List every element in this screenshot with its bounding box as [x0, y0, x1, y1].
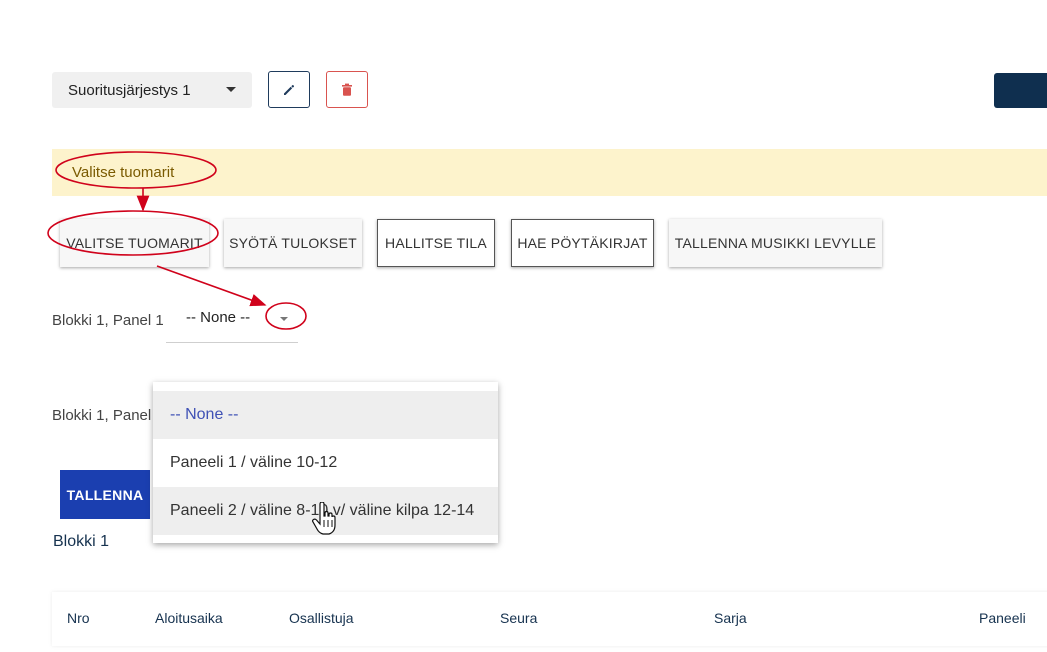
col-header-series: Sarja	[714, 610, 747, 626]
order-selector-value: Suoritusjärjestys 1	[68, 81, 191, 99]
caret-down-icon[interactable]	[280, 317, 288, 321]
trash-icon	[342, 83, 352, 96]
save-music-button[interactable]: TALLENNA MUSIKKI LEVYLLE	[669, 219, 882, 267]
dropdown-option-label: Paneeli 1 / väline 10-12	[170, 454, 338, 471]
enter-results-button[interactable]: SYÖTÄ TULOKSET	[224, 219, 362, 267]
panel-select-1-value: -- None --	[186, 309, 251, 326]
save-music-label: TALLENNA MUSIKKI LEVYLLE	[674, 235, 877, 251]
section-title: Blokki 1	[53, 533, 110, 550]
col-header-start-time: Aloitusaika	[155, 610, 223, 626]
dropdown-option-label: -- None --	[170, 406, 239, 423]
panel-select-1[interactable]: -- None --	[166, 300, 298, 343]
edit-button[interactable]	[268, 71, 310, 108]
alert-banner: Valitse tuomarit	[52, 149, 1047, 196]
order-selector[interactable]: Suoritusjärjestys 1	[52, 72, 252, 108]
panel-row-label-2: Blokki 1, Panel	[52, 407, 152, 424]
caret-down-icon	[226, 87, 236, 92]
dropdown-option-panel-1[interactable]: Paneeli 1 / väline 10-12	[153, 439, 498, 487]
top-right-button[interactable]	[994, 73, 1047, 108]
col-header-nro: Nro	[67, 610, 90, 626]
col-header-panel: Paneeli	[979, 610, 1026, 626]
schedule-table-header: Nro Aloitusaika Osallistuja Seura Sarja …	[52, 592, 1047, 646]
col-header-club: Seura	[500, 610, 538, 626]
manage-state-button[interactable]: HALLITSE TILA	[377, 219, 495, 267]
col-header-participant: Osallistuja	[289, 610, 354, 626]
manage-state-label: HALLITSE TILA	[385, 235, 487, 251]
select-judges-label: VALITSE TUOMARIT	[66, 235, 203, 251]
fetch-protocols-label: HAE PÖYTÄKIRJAT	[517, 235, 648, 251]
select-judges-button[interactable]: VALITSE TUOMARIT	[60, 219, 209, 267]
save-button[interactable]: TALLENNA	[60, 470, 150, 519]
fetch-protocols-button[interactable]: HAE PÖYTÄKIRJAT	[511, 219, 654, 267]
delete-button[interactable]	[326, 71, 368, 108]
alert-text: Valitse tuomarit	[72, 164, 175, 181]
pencil-icon	[284, 84, 295, 95]
enter-results-label: SYÖTÄ TULOKSET	[229, 235, 357, 251]
save-button-label: TALLENNA	[66, 486, 144, 503]
hand-pointer-icon	[312, 502, 336, 535]
panel-row-label-1: Blokki 1, Panel 1	[52, 312, 164, 329]
dropdown-option-none[interactable]: -- None --	[153, 391, 498, 439]
